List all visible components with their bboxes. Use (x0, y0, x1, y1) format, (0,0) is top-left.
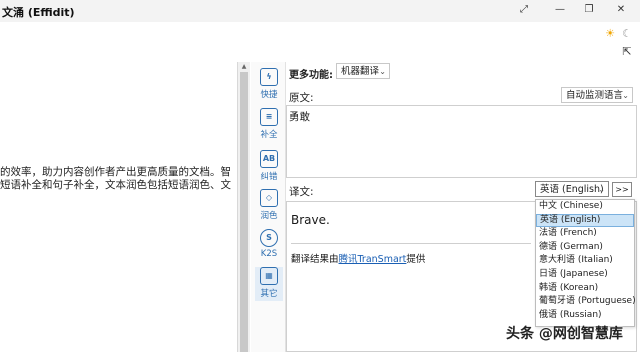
source-text: 勇敢 (289, 111, 310, 123)
scrollbar-thumb[interactable] (240, 72, 248, 352)
language-option[interactable]: 俄语 (Russian) (536, 309, 634, 323)
language-option[interactable]: 德语 (German) (536, 241, 634, 255)
tool-label: 润色 (260, 211, 278, 221)
language-option[interactable]: 法语 (French) (536, 227, 634, 241)
share-icon[interactable]: ⇱ (620, 45, 634, 59)
credit-prefix: 翻译结果由 (291, 254, 339, 265)
language-option-selected[interactable]: 英语 (English) (536, 213, 634, 228)
chevron-down-icon: ⌄ (598, 185, 605, 194)
source-language-value: 自动监测语言 (566, 90, 624, 101)
tool-polish[interactable]: ◇ 润色 (255, 189, 283, 221)
credit-suffix: 提供 (406, 254, 426, 265)
minimize-button[interactable]: — (553, 3, 567, 17)
tool-label: 其它 (260, 289, 278, 299)
k2s-icon: S (260, 229, 278, 247)
source-label: 原文: (289, 92, 314, 104)
source-language-select[interactable]: 自动监测语言 ⌄ (561, 87, 633, 103)
swap-languages-button[interactable]: >> (612, 182, 632, 197)
target-language-select[interactable]: 英语 (English) ⌄ (535, 181, 609, 197)
language-option[interactable]: 韩语 (Korean) (536, 282, 634, 296)
tool-complete[interactable]: ≡ 补全 (255, 108, 283, 140)
credit-text: 翻译结果由腾讯TranSmart提供 (291, 251, 425, 265)
translation-result: Brave. (291, 213, 330, 227)
spellcheck-icon: AB (260, 150, 278, 168)
moon-icon[interactable]: ☾ (620, 27, 634, 41)
sun-icon[interactable]: ☀ (603, 27, 617, 41)
grid-icon: ▦ (260, 267, 278, 285)
tool-k2s[interactable]: S K2S (255, 229, 283, 259)
more-features-label: 更多功能: (289, 70, 333, 81)
scroll-up-icon[interactable]: ▲ (240, 63, 248, 71)
document-icon: ≡ (260, 108, 278, 126)
close-button[interactable]: ✕ (614, 3, 628, 17)
source-text-area[interactable]: 勇敢 (286, 105, 637, 178)
language-menu: 中文 (Chinese) 英语 (English) 法语 (French) 德语… (535, 199, 636, 327)
language-option[interactable]: 意大利语 (Italian) (536, 254, 634, 268)
top-toolbar (0, 22, 640, 62)
tool-label: 快捷 (260, 90, 278, 100)
title-bar: 文涌 (Effidit) ⤢ — ❐ ✕ (0, 0, 640, 22)
chevron-down-icon: ⌄ (379, 67, 386, 76)
chevron-down-icon: ⌄ (622, 91, 629, 100)
window-title: 文涌 (Effidit) (2, 6, 75, 19)
target-label: 译文: (289, 186, 314, 198)
editor-line: 短语补全和句子补全，文本润色包括短语润色、文 (0, 179, 231, 191)
language-option[interactable]: 中文 (Chinese) (536, 200, 634, 214)
diamond-icon: ◇ (260, 189, 278, 207)
tool-label: K2S (260, 249, 278, 259)
tool-quick[interactable]: ϟ 快捷 (255, 68, 283, 100)
fullscreen-button[interactable]: ⤢ (517, 3, 531, 17)
lightning-icon: ϟ (260, 68, 278, 86)
transmart-link[interactable]: 腾讯TranSmart (339, 254, 407, 265)
more-features-select[interactable]: 机器翻译 ⌄ (336, 63, 390, 79)
tool-correct[interactable]: AB 纠错 (255, 150, 283, 182)
language-option[interactable]: 葡萄牙语 (Portuguese) (536, 295, 636, 309)
watermark: 头条 @网创智慧库 (506, 326, 623, 342)
tool-label: 纠错 (260, 172, 278, 182)
target-language-value: 英语 (English) (540, 184, 604, 195)
language-option[interactable]: 日语 (Japanese) (536, 268, 634, 282)
divider (291, 243, 531, 244)
maximize-button[interactable]: ❐ (582, 3, 596, 17)
tool-label: 补全 (260, 130, 278, 140)
more-features-value: 机器翻译 (341, 66, 380, 77)
tool-other[interactable]: ▦ 其它 (255, 267, 283, 301)
document-editor[interactable]: 的效率，助力内容创作者产出更高质量的文档。智 短语补全和句子补全，文本润色包括短… (0, 62, 238, 352)
